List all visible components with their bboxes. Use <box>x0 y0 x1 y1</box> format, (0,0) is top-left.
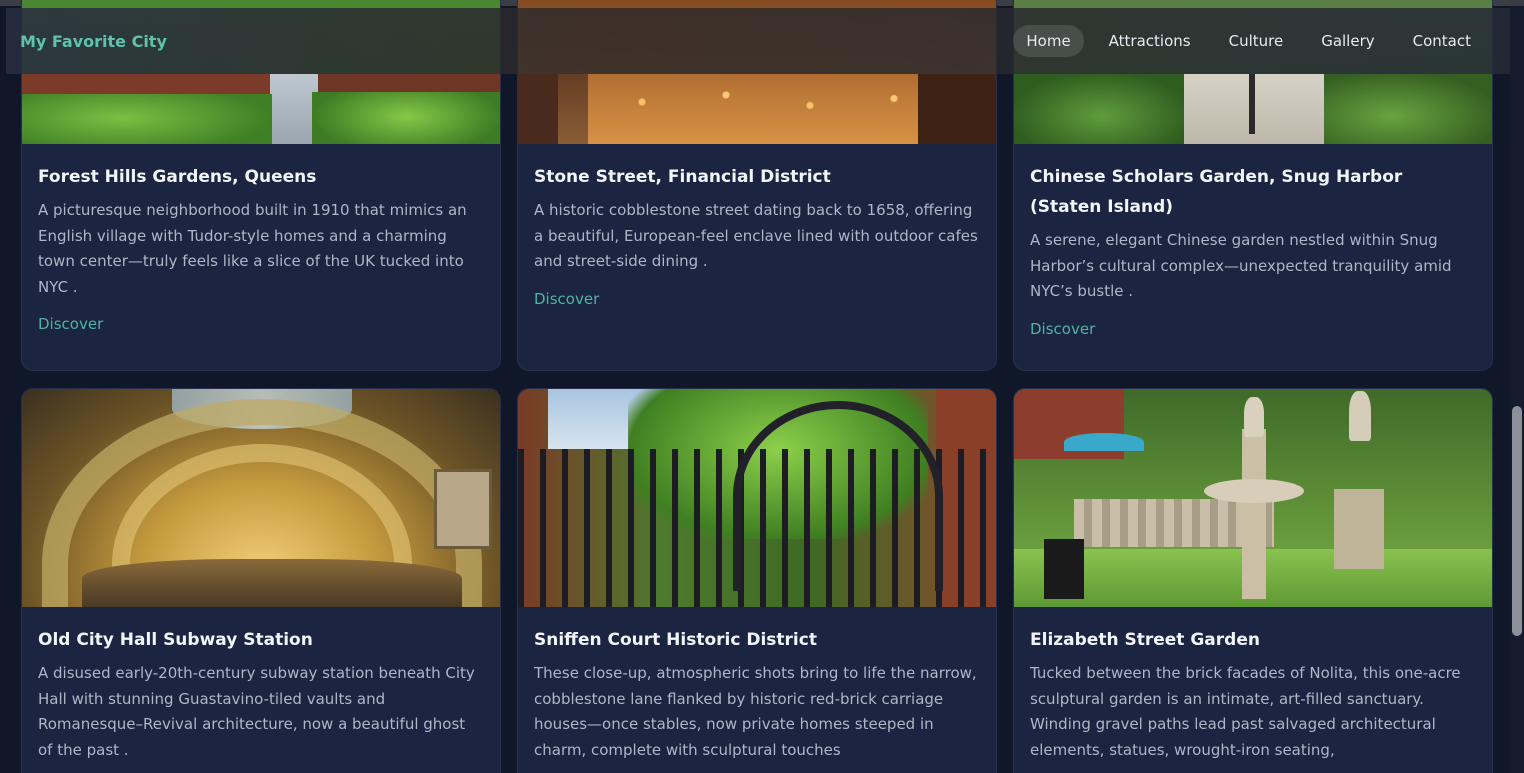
card-image-sniffen-court <box>518 389 996 607</box>
nav-link-attractions[interactable]: Attractions <box>1096 25 1204 57</box>
page-scrollbar-thumb[interactable] <box>1512 406 1522 636</box>
card-description: A disused early-20th-century subway stat… <box>38 664 475 759</box>
card-description: These close-up, atmospheric shots bring … <box>534 664 977 759</box>
card-title: Sniffen Court Historic District <box>534 630 817 650</box>
top-navbar: My Favorite City Home Attractions Cultur… <box>6 8 1510 74</box>
brand-logo-link[interactable]: My Favorite City <box>20 32 167 51</box>
nav-link-contact[interactable]: Contact <box>1400 25 1484 57</box>
card-image-subway-station <box>22 389 500 607</box>
card-old-city-hall-subway: Old City Hall Subway Station A disused e… <box>21 388 501 773</box>
card-title: Stone Street, Financial District <box>534 167 831 187</box>
card-title: Forest Hills Gardens, Queens <box>38 167 317 187</box>
discover-link[interactable]: Discover <box>1030 320 1095 338</box>
card-elizabeth-street-garden: Elizabeth Street Garden Tucked between t… <box>1013 388 1493 773</box>
nav-link-gallery[interactable]: Gallery <box>1308 25 1387 57</box>
card-description: A serene, elegant Chinese garden nestled… <box>1030 231 1452 300</box>
card-title: Chinese Scholars Garden, Snug Harbor (St… <box>1030 167 1403 217</box>
card-description: A historic cobblestone street dating bac… <box>534 201 978 270</box>
card-image-elizabeth-garden <box>1014 389 1492 607</box>
card-title: Old City Hall Subway Station <box>38 630 313 650</box>
card-description: Tucked between the brick facades of Noli… <box>1030 664 1461 759</box>
page-scrollbar-track[interactable] <box>1510 6 1524 773</box>
card-sniffen-court: Sniffen Court Historic District These cl… <box>517 388 997 773</box>
discover-link[interactable]: Discover <box>38 315 103 333</box>
nav-link-culture[interactable]: Culture <box>1216 25 1297 57</box>
nav-links: Home Attractions Culture Gallery Contact <box>1013 25 1484 57</box>
card-description: A picturesque neighborhood built in 1910… <box>38 201 467 296</box>
nav-link-home[interactable]: Home <box>1013 25 1084 57</box>
card-title: Elizabeth Street Garden <box>1030 630 1260 650</box>
discover-link[interactable]: Discover <box>534 290 599 308</box>
